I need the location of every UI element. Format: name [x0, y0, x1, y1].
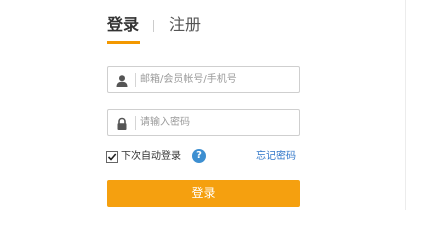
forgot-password-link[interactable]: 忘记密码: [256, 149, 296, 164]
username-input[interactable]: [140, 67, 295, 92]
remember-checkbox[interactable]: [106, 151, 118, 163]
active-tab-underline: [107, 41, 140, 44]
question-icon[interactable]: ?: [192, 149, 206, 163]
user-icon: [115, 73, 129, 87]
login-register-tabs: 登录 注册: [107, 14, 267, 44]
remember-login-row: 下次自动登录 ?: [106, 149, 226, 165]
field-divider: [135, 116, 136, 130]
tab-login[interactable]: 登录: [107, 14, 139, 36]
tab-separator: [153, 20, 154, 32]
username-field[interactable]: [107, 66, 300, 93]
panel-edge-divider: [405, 0, 406, 210]
field-divider: [135, 73, 136, 87]
tab-register[interactable]: 注册: [169, 14, 201, 36]
password-input[interactable]: [140, 110, 295, 135]
password-field[interactable]: [107, 109, 300, 136]
login-button[interactable]: 登录: [107, 180, 300, 207]
checkmark-icon: [107, 153, 117, 161]
remember-label[interactable]: 下次自动登录: [121, 149, 181, 164]
lock-icon: [115, 116, 129, 130]
login-panel: 登录 注册 下次自动登录 ?: [0, 0, 440, 210]
